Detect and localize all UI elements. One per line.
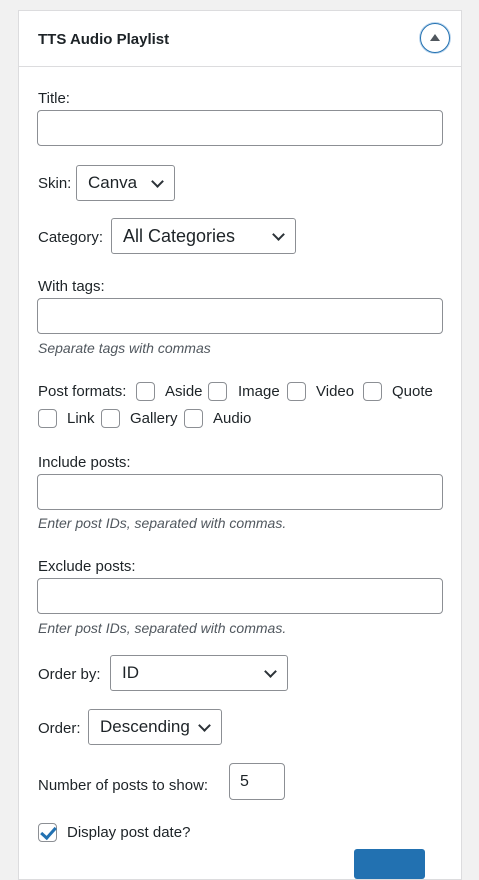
format-video-label: Video bbox=[316, 383, 355, 400]
skin-select-value: Canva bbox=[88, 173, 138, 192]
order-by-label: Order by: bbox=[38, 666, 101, 683]
widget-title: TTS Audio Playlist bbox=[38, 31, 170, 48]
include-posts-label: Include posts: bbox=[38, 454, 131, 471]
format-link-label: Link bbox=[67, 410, 95, 427]
exclude-posts-label: Exclude posts: bbox=[38, 558, 136, 575]
widget-header: TTS Audio Playlist bbox=[19, 11, 461, 67]
save-button[interactable] bbox=[354, 849, 425, 879]
tags-hint: Separate tags with commas bbox=[38, 340, 211, 356]
chevron-down-icon bbox=[264, 665, 277, 678]
format-audio-label: Audio bbox=[213, 410, 252, 427]
number-of-posts-input[interactable] bbox=[229, 763, 285, 800]
format-aside-checkbox[interactable] bbox=[136, 382, 155, 401]
title-input[interactable] bbox=[37, 110, 443, 146]
arrow-up-icon bbox=[430, 33, 440, 41]
skin-select[interactable]: Canva bbox=[76, 165, 175, 201]
format-image-checkbox[interactable] bbox=[208, 382, 227, 401]
format-link-checkbox[interactable] bbox=[38, 409, 57, 428]
format-video-checkbox[interactable] bbox=[287, 382, 306, 401]
skin-label: Skin: bbox=[38, 175, 72, 192]
category-select-value: All Categories bbox=[123, 225, 236, 246]
collapse-toggle-button[interactable] bbox=[420, 23, 450, 53]
format-quote-label: Quote bbox=[392, 383, 433, 400]
display-post-date-checkbox[interactable] bbox=[38, 823, 57, 842]
category-select[interactable]: All Categories bbox=[111, 218, 296, 254]
include-posts-input[interactable] bbox=[37, 474, 443, 510]
format-aside-label: Aside bbox=[165, 383, 203, 400]
tags-label: With tags: bbox=[38, 278, 105, 295]
format-gallery-checkbox[interactable] bbox=[101, 409, 120, 428]
chevron-down-icon bbox=[272, 228, 285, 241]
tags-input[interactable] bbox=[37, 298, 443, 334]
order-select[interactable]: Descending bbox=[88, 709, 222, 745]
format-image-label: Image bbox=[238, 383, 280, 400]
post-formats-label: Post formats: bbox=[38, 383, 127, 400]
format-gallery-label: Gallery bbox=[130, 410, 178, 427]
format-quote-checkbox[interactable] bbox=[363, 382, 382, 401]
exclude-posts-hint: Enter post IDs, separated with commas. bbox=[38, 620, 287, 636]
exclude-posts-input[interactable] bbox=[37, 578, 443, 614]
order-by-select-value: ID bbox=[122, 663, 139, 682]
chevron-down-icon bbox=[151, 175, 164, 188]
include-posts-hint: Enter post IDs, separated with commas. bbox=[38, 515, 287, 531]
title-label: Title: bbox=[38, 90, 70, 107]
chevron-down-icon bbox=[198, 719, 211, 732]
number-of-posts-label: Number of posts to show: bbox=[38, 777, 209, 794]
category-label: Category: bbox=[38, 229, 104, 246]
order-select-value: Descending bbox=[100, 717, 190, 736]
display-post-date-label: Display post date? bbox=[67, 824, 191, 841]
order-label: Order: bbox=[38, 720, 81, 737]
format-audio-checkbox[interactable] bbox=[184, 409, 203, 428]
order-by-select[interactable]: ID bbox=[110, 655, 288, 691]
